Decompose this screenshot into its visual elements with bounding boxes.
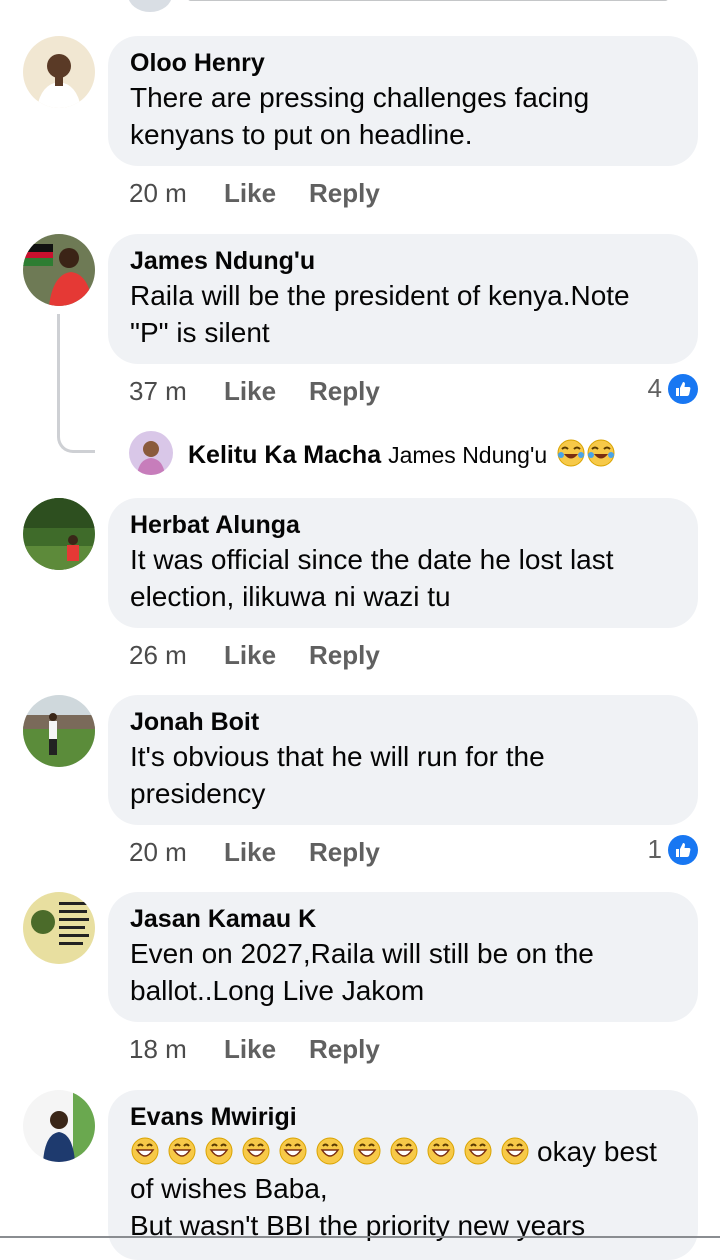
grinning-emoji-icon [315,1136,352,1167]
comment-bubble[interactable]: Herbat Alunga It was official since the … [108,498,698,628]
comment-bubble[interactable]: Jonah Boit It's obvious that he will run… [108,695,698,825]
like-button[interactable]: Like [224,1034,309,1065]
avatar[interactable] [23,695,95,767]
commenter-name[interactable]: Herbat Alunga [130,510,676,540]
comment-text: Even on 2027,Raila will still be on the [130,938,594,969]
reply-text: James Ndung'u [388,442,548,468]
divider [0,1236,720,1238]
comment-text: But wasn't BBI the priority new years [130,1210,586,1241]
comment-text: presidency [130,778,266,809]
like-thumb-icon [668,373,698,404]
reaction-count[interactable]: 4 [648,373,698,404]
reply-avatar[interactable] [129,431,173,475]
grinning-emoji-icon [278,1136,315,1167]
grinning-emoji-icon [241,1136,278,1167]
grinning-emoji-icon [463,1136,500,1167]
avatar[interactable] [23,892,95,964]
like-button[interactable]: Like [224,640,309,671]
commenter-name[interactable]: Evans Mwirigi [130,1102,676,1132]
comment-text: kenyans to put on headline. [130,119,473,150]
avatar[interactable] [23,498,95,570]
thread-line [57,314,95,453]
comment-text: There are pressing challenges facing [130,82,590,113]
grinning-emoji-row [130,1136,537,1167]
commenter-name[interactable]: Oloo Henry [130,48,676,78]
commenter-name[interactable]: Jonah Boit [130,707,676,737]
reply-button[interactable]: Reply [309,376,380,407]
comment-actions: 37 m Like Reply [129,376,380,407]
avatar[interactable] [23,1090,95,1162]
reaction-count[interactable]: 1 [648,834,698,865]
tears-of-joy-emoji-icon [586,439,623,469]
timestamp[interactable]: 37 m [129,376,224,407]
grinning-emoji-icon [130,1136,167,1167]
comment-actions: 20 m Like Reply [129,837,380,868]
comment-actions: 20 m Like Reply [129,178,380,209]
grinning-emoji-icon [426,1136,463,1167]
timestamp[interactable]: 26 m [129,640,224,671]
reply-button[interactable]: Reply [309,837,380,868]
comment-text-emoji-line: okay best [130,1133,676,1170]
grinning-emoji-icon [204,1136,241,1167]
reply-author-name[interactable]: Kelitu Ka Macha [188,441,381,469]
comment-actions: 26 m Like Reply [129,640,380,671]
comment-text: election, ilikuwa ni wazi tu [130,581,451,612]
like-button[interactable]: Like [224,837,309,868]
comment-text: "P" is silent [130,317,270,348]
like-button[interactable]: Like [224,178,309,209]
comment-text: It was official since the date he lost l… [130,544,614,575]
grinning-emoji-icon [167,1136,204,1167]
grinning-emoji-icon [352,1136,389,1167]
comment-bubble[interactable]: Oloo Henry There are pressing challenges… [108,36,698,166]
comment-text: of wishes Baba, [130,1173,328,1204]
avatar[interactable] [23,234,95,306]
reply-button[interactable]: Reply [309,1034,380,1065]
comment-bubble[interactable]: Evans Mwirigi okay best of wishes Baba, … [108,1090,698,1260]
comment-actions: 18 m Like Reply [129,1034,380,1065]
comment-text: Raila will be the president of kenya.Not… [130,280,630,311]
commenter-name[interactable]: James Ndung'u [130,246,676,276]
like-button[interactable]: Like [224,376,309,407]
comment-text: It's obvious that he will run for the [130,741,545,772]
reaction-count-number: 4 [647,373,662,403]
comment-bubble[interactable]: James Ndung'u Raila will be the presiden… [108,234,698,364]
tears-of-joy-emoji-icon [554,439,586,469]
grinning-emoji-icon [389,1136,426,1167]
comment-text: ballot..Long Live Jakom [130,975,425,1006]
partial-previous-text [188,0,688,4]
timestamp[interactable]: 20 m [129,178,224,209]
timestamp[interactable]: 18 m [129,1034,224,1065]
reaction-count-number: 1 [647,834,662,864]
like-thumb-icon [668,834,698,865]
comment-text: okay best [537,1136,657,1167]
partial-previous-avatar [128,0,172,12]
reply-button[interactable]: Reply [309,640,380,671]
reply-preview[interactable]: Kelitu Ka Macha James Ndung'u [188,438,623,470]
timestamp[interactable]: 20 m [129,837,224,868]
grinning-emoji-icon [500,1136,537,1167]
reply-button[interactable]: Reply [309,178,380,209]
avatar[interactable] [23,36,95,108]
commenter-name[interactable]: Jasan Kamau K [130,904,676,934]
comment-bubble[interactable]: Jasan Kamau K Even on 2027,Raila will st… [108,892,698,1022]
